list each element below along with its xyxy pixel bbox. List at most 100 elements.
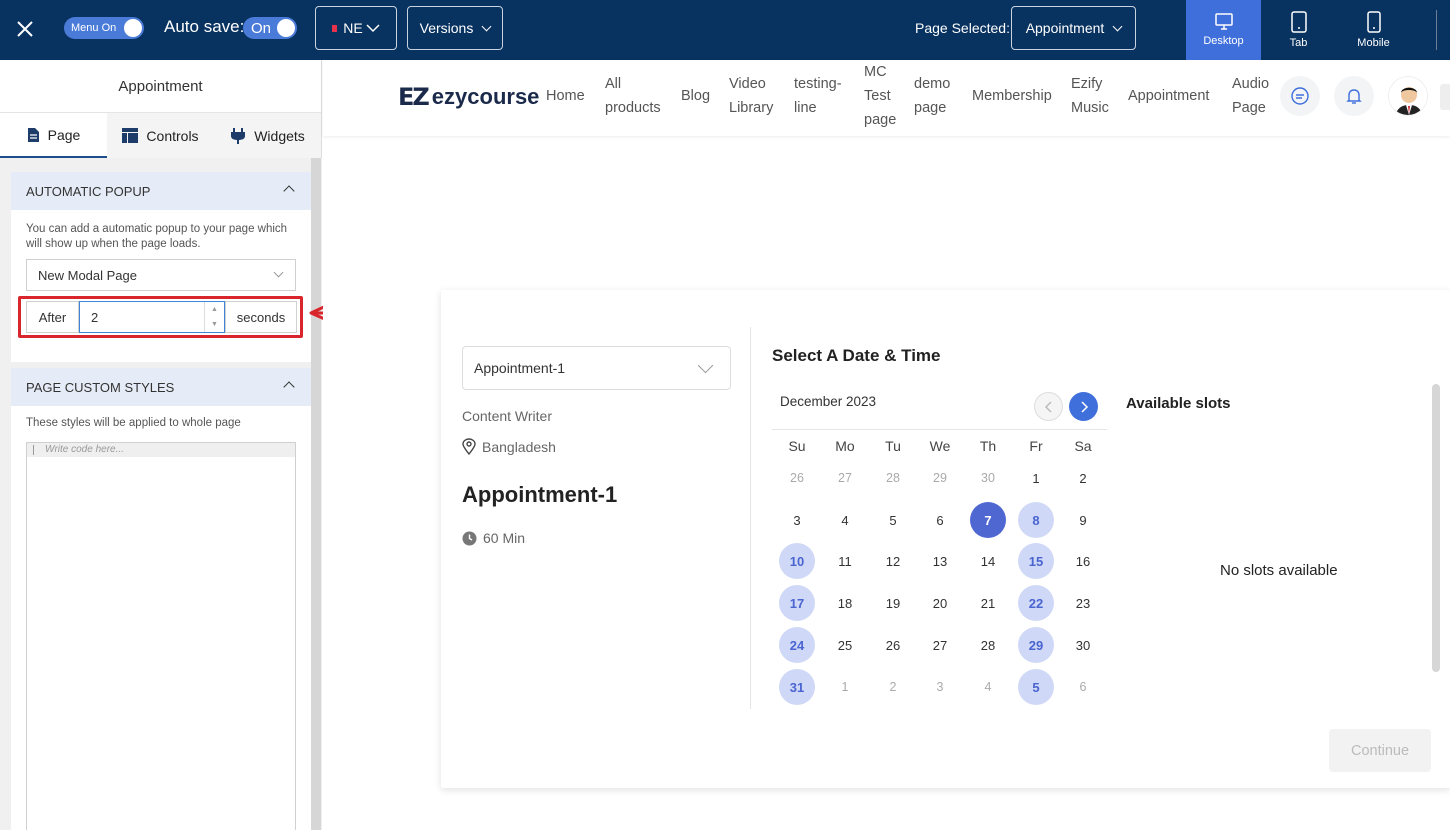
chevron-down-icon xyxy=(273,267,284,278)
tab-label: Controls xyxy=(146,127,199,144)
calendar-day: 29 xyxy=(933,471,947,485)
calendar-day[interactable]: 1 xyxy=(1018,460,1054,496)
calendar-day[interactable]: 20 xyxy=(922,585,958,621)
calendar-day-available[interactable]: 24 xyxy=(779,627,815,663)
nav-testing-line[interactable]: testing- line xyxy=(794,72,842,120)
sidebar-scrollbar[interactable] xyxy=(311,158,321,830)
calendar-day: 1 xyxy=(841,680,849,694)
versions-dropdown[interactable]: Versions xyxy=(407,6,503,50)
nav-all-products[interactable]: All products xyxy=(605,72,661,120)
autosave-toggle[interactable]: On xyxy=(243,17,297,39)
device-mobile-button[interactable]: Mobile xyxy=(1336,0,1411,60)
nav-ezify-music[interactable]: Ezify Music xyxy=(1071,72,1109,120)
calendar-day-selected[interactable]: 7 xyxy=(970,502,1006,538)
calendar-day-available[interactable]: 10 xyxy=(779,543,815,579)
host-role: Content Writer xyxy=(462,408,552,424)
avatar[interactable] xyxy=(1388,76,1428,116)
calendar-day-available[interactable]: 22 xyxy=(1018,585,1054,621)
calendar-day-available[interactable]: 8 xyxy=(1018,502,1054,538)
sidebar-panel: AUTOMATIC POPUP You can add a automatic … xyxy=(0,158,322,830)
user-avatar-icon xyxy=(1389,77,1427,115)
nav-membership[interactable]: Membership xyxy=(972,84,1052,108)
nav-label: Music xyxy=(1071,100,1109,116)
chevron-down-icon xyxy=(366,24,380,33)
weekday-label: Fr xyxy=(1029,438,1043,454)
sidebar-title: Appointment xyxy=(118,77,203,95)
calendar-day[interactable]: 11 xyxy=(827,543,863,579)
tab-page[interactable]: Page xyxy=(0,113,107,158)
notification-button[interactable] xyxy=(1334,76,1374,116)
menu-toggle-label: Menu On xyxy=(71,22,117,34)
device-tab-button[interactable]: Tab xyxy=(1261,0,1336,60)
calendar-day[interactable]: 23 xyxy=(1065,585,1101,621)
calendar-day[interactable]: 2 xyxy=(1065,460,1101,496)
calendar-day-available[interactable]: 31 xyxy=(779,669,815,705)
calendar-day[interactable]: 28 xyxy=(970,627,1006,663)
nav-demo-page[interactable]: demo page xyxy=(914,72,950,120)
calendar-day[interactable]: 9 xyxy=(1065,502,1101,538)
automatic-popup-header[interactable]: AUTOMATIC POPUP xyxy=(11,172,311,210)
calendar-day: 26 xyxy=(790,471,804,485)
tablet-icon xyxy=(1290,11,1307,33)
site-logo[interactable]: EZ ezycourse xyxy=(398,83,539,111)
calendar-day[interactable]: 19 xyxy=(875,585,911,621)
logo-text: ezycourse xyxy=(431,84,540,109)
page-selector-dropdown[interactable]: Appointment xyxy=(1011,6,1136,50)
chevron-down-icon xyxy=(1112,21,1123,31)
weekday-label: Mo xyxy=(835,438,855,454)
calendar-day[interactable]: 6 xyxy=(922,502,958,538)
code-placeholder: Write code here... xyxy=(27,443,295,457)
nav-audio-page[interactable]: Audio Page xyxy=(1232,72,1269,120)
calendar-day[interactable]: 27 xyxy=(922,627,958,663)
tab-widgets[interactable]: Widgets xyxy=(214,113,321,158)
previous-month-button[interactable] xyxy=(1034,392,1063,421)
custom-css-editor[interactable]: Write code here... xyxy=(26,442,296,830)
calendar-day[interactable]: 12 xyxy=(875,543,911,579)
chevron-down-icon xyxy=(481,21,492,31)
calendar-day-available[interactable]: 5 xyxy=(1018,669,1054,705)
nav-mc-test-page[interactable]: MC Test page xyxy=(864,60,896,132)
nav-blog[interactable]: Blog xyxy=(681,84,710,108)
section-heading: AUTOMATIC POPUP xyxy=(26,183,151,199)
calendar-day[interactable]: 26 xyxy=(875,627,911,663)
weekday-label: Tu xyxy=(885,438,901,454)
calendar-day[interactable]: 5 xyxy=(875,502,911,538)
nav-label: Blog xyxy=(681,88,711,104)
desktop-icon xyxy=(1214,13,1233,30)
calendar-day[interactable]: 30 xyxy=(1065,627,1101,663)
next-month-button[interactable] xyxy=(1069,392,1098,421)
modal-select-value: New Modal Page xyxy=(38,267,137,283)
layout-icon xyxy=(122,128,139,143)
calendar-day-available[interactable]: 17 xyxy=(779,585,815,621)
tab-controls[interactable]: Controls xyxy=(107,113,214,158)
nav-appointment[interactable]: Appointment xyxy=(1128,84,1209,108)
calendar-day-available[interactable]: 29 xyxy=(1018,627,1054,663)
calendar-day[interactable]: 14 xyxy=(970,543,1006,579)
menu-toggle[interactable]: Menu On xyxy=(64,17,144,39)
chat-button[interactable] xyxy=(1280,76,1320,116)
modal-page-select[interactable]: New Modal Page xyxy=(26,259,296,291)
language-dropdown[interactable]: NE xyxy=(315,6,397,50)
calendar-day[interactable]: 13 xyxy=(922,543,958,579)
slots-scrollbar[interactable] xyxy=(1432,384,1440,672)
device-desktop-button[interactable]: Desktop xyxy=(1186,0,1261,60)
calendar-day[interactable]: 25 xyxy=(827,627,863,663)
calendar-day: 28 xyxy=(886,471,900,485)
calendar-day-available[interactable]: 15 xyxy=(1018,543,1054,579)
page-custom-styles-header[interactable]: PAGE CUSTOM STYLES xyxy=(11,368,311,406)
continue-button[interactable]: Continue xyxy=(1329,729,1431,772)
calendar-day[interactable]: 4 xyxy=(827,502,863,538)
nav-video-library[interactable]: Video Library xyxy=(729,72,773,120)
calendar-day[interactable]: 18 xyxy=(827,585,863,621)
page-preview-canvas: EZ ezycourse Home All products Blog Vide… xyxy=(323,60,1450,830)
location-pin-icon xyxy=(462,438,476,455)
nav-home[interactable]: Home xyxy=(546,84,585,108)
page-custom-styles-body: These styles will be applied to whole pa… xyxy=(11,406,311,830)
calendar-day[interactable]: 21 xyxy=(970,585,1006,621)
close-icon[interactable] xyxy=(13,17,37,41)
appointment-type-select[interactable]: Appointment-1 xyxy=(462,346,731,390)
logo-mark: EZ xyxy=(398,83,430,111)
calendar-day[interactable]: 16 xyxy=(1065,543,1101,579)
toggle-knob xyxy=(124,19,142,37)
calendar-day[interactable]: 3 xyxy=(779,502,815,538)
